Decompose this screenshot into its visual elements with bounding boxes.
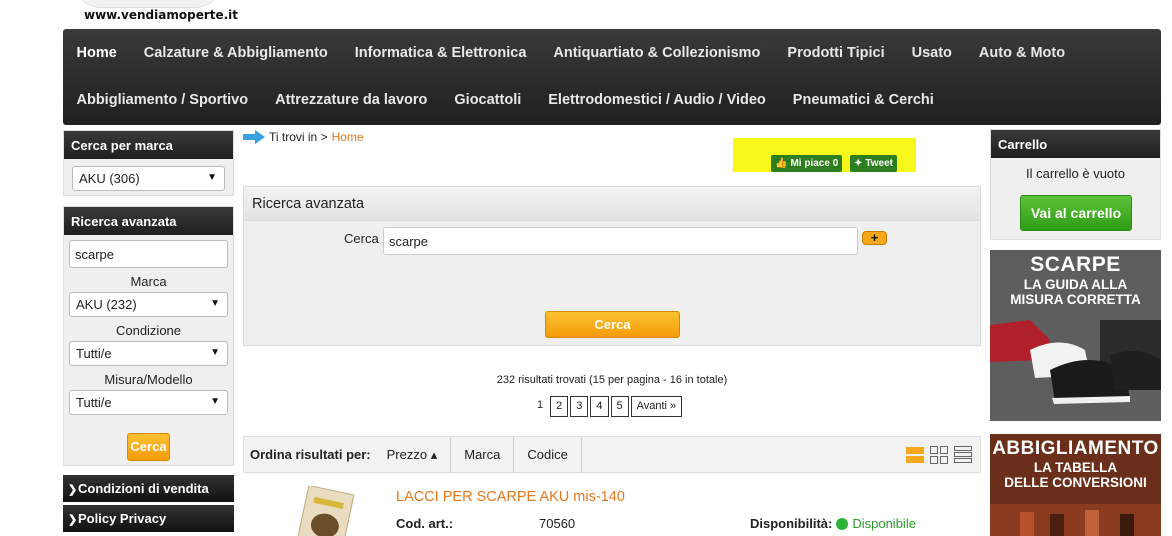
banner-scarpe-line1: LA GUIDA ALLA [1023, 277, 1128, 292]
nav-item-informatica[interactable]: Informatica & Elettronica [341, 45, 540, 61]
list-view-icon[interactable] [906, 446, 924, 464]
chevron-right-icon: ❯ [68, 514, 78, 526]
sort-bar: Ordina risultati per: Prezzo ▴ Marca Cod… [243, 436, 981, 473]
nav-item-home[interactable]: Home [63, 45, 130, 61]
nav-item-abbigliamento-sportivo[interactable]: Abbigliamento / Sportivo [63, 92, 262, 108]
social-buttons-highlight: 👍 Mi piace 0 ✦ Tweet [733, 138, 916, 172]
breadcrumb-prefix: Ti trovi in > [269, 130, 328, 144]
results-summary: 232 risultati trovati (15 per pagina - 1… [496, 374, 728, 386]
logo-graphic [73, 0, 223, 8]
brand-select-value: AKU (306) [79, 171, 140, 186]
nav-item-antiquariato[interactable]: Antiquartiato & Collezionismo [540, 45, 774, 61]
condizione-select-value: Tutti/e [76, 346, 112, 361]
nav-item-usato[interactable]: Usato [898, 45, 965, 61]
sort-by-price[interactable]: Prezzo ▴ [377, 436, 452, 473]
side-link-condizioni[interactable]: ❯Condizioni di vendita [63, 475, 234, 502]
cart-title: Carrello [991, 130, 1160, 158]
advanced-search-panel: Ricerca avanzata Cerca scarpe + Cerca [243, 186, 981, 346]
like-label: Mi piace 0 [790, 158, 839, 169]
misura-select[interactable]: Tutti/e ▼ [69, 390, 228, 415]
go-to-cart-button[interactable]: Vai al carrello [1020, 195, 1132, 231]
grid-view-icon[interactable] [930, 446, 948, 464]
main-search-input[interactable]: scarpe [383, 227, 858, 255]
twitter-bird-icon: ✦ [854, 158, 863, 169]
sort-by-code[interactable]: Codice [514, 436, 582, 473]
page-next-link[interactable]: Avanti » [630, 396, 683, 417]
side-link-label: Policy Privacy [78, 511, 167, 526]
product-image[interactable] [288, 486, 360, 536]
misura-label: Misura/Modello [104, 372, 193, 387]
tweet-label: Tweet [865, 158, 893, 169]
banner-scarpe-title: SCARPE [1030, 253, 1121, 276]
side-link-privacy[interactable]: ❯Policy Privacy [63, 505, 234, 532]
nav-item-attrezzature[interactable]: Attrezzature da lavoro [262, 92, 441, 108]
banner-abbigliamento[interactable]: ABBIGLIAMENTO LA TABELLA DELLE CONVERSIO… [990, 434, 1161, 536]
brand-search-box: Cerca per marca AKU (306) ▼ [63, 130, 234, 196]
chevron-right-icon: ❯ [68, 484, 78, 496]
sidebar-search-button[interactable]: Cerca [127, 433, 170, 461]
condizione-label: Condizione [115, 323, 182, 338]
page-current: 1 [537, 399, 544, 411]
marca-select-value: AKU (232) [76, 297, 137, 312]
arrow-right-icon [243, 130, 265, 144]
nav-item-giocattoli[interactable]: Giocattoli [441, 92, 535, 108]
advanced-search-sidebar-title: Ricerca avanzata [64, 207, 233, 235]
nav-row-1: Home Calzature & Abbigliamento Informati… [63, 29, 1079, 77]
nav-item-prodotti-tipici[interactable]: Prodotti Tipici [774, 45, 898, 61]
dropdown-arrow-icon: ▼ [210, 396, 220, 407]
banner-abbigliamento-line2: DELLE CONVERSIONI [1004, 475, 1147, 490]
advanced-search-sidebar: Ricerca avanzata scarpe Marca AKU (232) … [63, 206, 234, 466]
compact-list-icon[interactable] [954, 446, 972, 464]
sort-label: Ordina risultati per: [250, 447, 371, 462]
dropdown-arrow-icon: ▼ [210, 298, 220, 309]
marca-select[interactable]: AKU (232) ▼ [69, 292, 228, 317]
breadcrumb-home-link[interactable]: Home [332, 130, 364, 144]
cart-empty-text: Il carrello è vuoto [1026, 166, 1125, 181]
sort-by-brand[interactable]: Marca [451, 436, 515, 473]
available-status-icon [836, 517, 849, 530]
availability-value: Disponibile [852, 516, 916, 531]
facebook-like-button[interactable]: 👍 Mi piace 0 [771, 155, 843, 172]
thumbs-up-icon: 👍 [775, 158, 788, 169]
banner-scarpe[interactable]: SCARPE LA GUIDA ALLA MISURA CORRETTA [990, 250, 1161, 421]
page-link-2[interactable]: 2 [550, 396, 569, 417]
product-code-label: Cod. art.: [396, 516, 454, 531]
brand-select[interactable]: AKU (306) ▼ [72, 166, 225, 191]
add-filter-button[interactable]: + [862, 231, 887, 245]
view-toggle [906, 446, 972, 464]
pagination: 1 2 3 4 5 Avanti » [532, 396, 683, 417]
site-logo[interactable]: www.vendiamoperte.it [63, 0, 263, 28]
page-link-3[interactable]: 3 [570, 396, 589, 417]
dropdown-arrow-icon: ▼ [207, 172, 217, 183]
misura-select-value: Tutti/e [76, 395, 112, 410]
banner-scarpe-line2: MISURA CORRETTA [1010, 292, 1141, 307]
site-url: www.vendiamoperte.it [84, 8, 239, 22]
tweet-button[interactable]: ✦ Tweet [850, 155, 897, 172]
search-label: Cerca [344, 231, 379, 246]
marca-label: Marca [130, 274, 167, 289]
product-title-link[interactable]: LACCI PER SCARPE AKU mis-140 [396, 489, 625, 505]
page-link-4[interactable]: 4 [590, 396, 609, 417]
breadcrumb: Ti trovi in > Home [243, 130, 364, 144]
side-link-label: Condizioni di vendita [78, 481, 209, 496]
nav-item-calzature[interactable]: Calzature & Abbigliamento [130, 45, 341, 61]
main-search-button[interactable]: Cerca [545, 311, 680, 338]
advanced-search-title: Ricerca avanzata [244, 187, 980, 221]
page-link-5[interactable]: 5 [610, 396, 629, 417]
nav-row-2: Abbigliamento / Sportivo Attrezzature da… [63, 76, 947, 124]
nav-item-elettrodomestici[interactable]: Elettrodomestici / Audio / Video [535, 92, 780, 108]
product-code-value: 70560 [539, 516, 576, 531]
cart-box: Carrello Il carrello è vuoto Vai al carr… [990, 129, 1161, 240]
banner-abbigliamento-title: ABBIGLIAMENTO [992, 438, 1159, 459]
brand-search-title: Cerca per marca [64, 131, 233, 159]
nav-item-pneumatici[interactable]: Pneumatici & Cerchi [779, 92, 947, 108]
availability-label: Disponibilità: [750, 516, 833, 531]
sidebar-search-input[interactable]: scarpe [69, 240, 228, 268]
banner-abbigliamento-line1: LA TABELLA [1033, 460, 1118, 475]
main-nav: Home Calzature & Abbigliamento Informati… [63, 29, 1161, 125]
dropdown-arrow-icon: ▼ [210, 347, 220, 358]
product-availability: Disponibilità: Disponibile [750, 516, 916, 531]
condizione-select[interactable]: Tutti/e ▼ [69, 341, 228, 366]
nav-item-auto-moto[interactable]: Auto & Moto [965, 45, 1078, 61]
